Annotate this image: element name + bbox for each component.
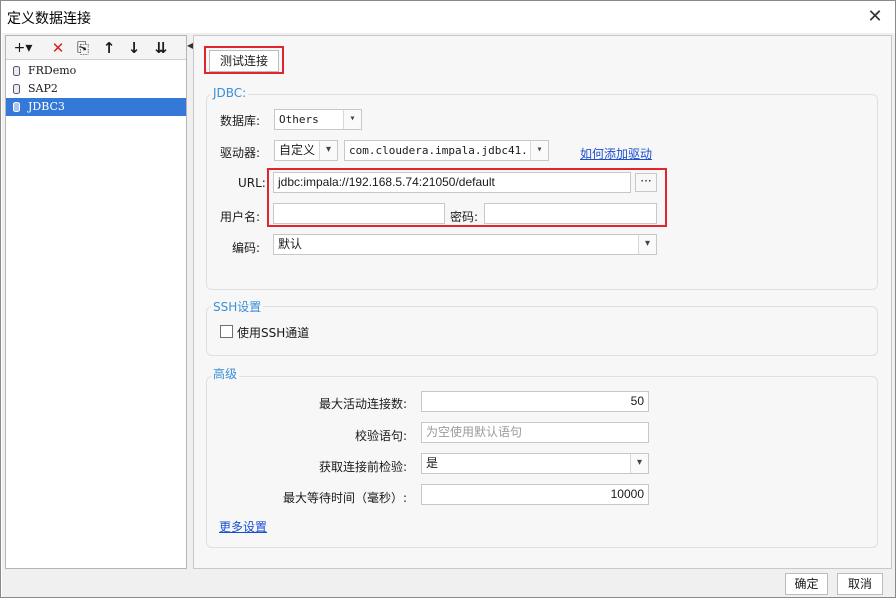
test-before-get-label: 获取连接前检验: [319, 460, 408, 474]
driver-class-value: com.cloudera.impala.jdbc41... [349, 144, 542, 157]
connection-list: FRDemo SAP2 JDBC3 [6, 62, 186, 116]
jdbc-group-label: JDBC: [211, 86, 249, 100]
highlight-box [204, 46, 284, 74]
use-ssh-checkbox[interactable] [220, 325, 233, 338]
connection-list-panel: +▾ ✕ ⎘ ↑ ↓ ⇊ FRDemo SAP2 JDBC3 [5, 35, 187, 569]
close-icon[interactable]: ✕ [863, 5, 887, 29]
driver-class-select[interactable]: com.cloudera.impala.jdbc41... ▾ [344, 140, 549, 161]
database-label: 数据库: [220, 114, 261, 128]
connection-toolbar: +▾ ✕ ⎘ ↑ ↓ ⇊ [6, 36, 186, 60]
validation-query-label: 校验语句: [355, 429, 408, 443]
dialog-window: 定义数据连接 ✕ +▾ ✕ ⎘ ↑ ↓ ⇊ FRDemo SAP2 JDBC3 … [0, 0, 896, 598]
test-before-get-select[interactable]: 是 ▾ [421, 453, 649, 474]
connection-settings-panel: 测试连接 JDBC: 数据库: Others ▾ 驱动器: 自定义 ▾ com.… [193, 35, 892, 569]
database-select-value: Others [279, 113, 319, 126]
title-bar: 定义数据连接 ✕ [1, 1, 895, 33]
connection-name: SAP2 [28, 82, 58, 95]
chevron-down-icon: ▾ [343, 110, 361, 129]
ok-button[interactable]: 确定 [785, 573, 828, 595]
max-wait-input[interactable]: 10000 [421, 484, 649, 505]
add-icon[interactable]: +▾ [10, 38, 36, 58]
max-active-input[interactable]: 50 [421, 391, 649, 412]
advanced-group-label: 高级 [211, 365, 240, 382]
add-driver-link[interactable]: 如何添加驱动 [580, 145, 652, 162]
dialog-body: +▾ ✕ ⎘ ↑ ↓ ⇊ FRDemo SAP2 JDBC3 ◀ 测试连接 JD… [2, 33, 895, 597]
url-label: URL: [238, 176, 266, 190]
validation-query-input[interactable]: 为空使用默认语句 [421, 422, 649, 443]
dialog-title: 定义数据连接 [7, 11, 91, 27]
database-icon [13, 84, 20, 94]
move-down-icon[interactable]: ↓ [123, 38, 145, 58]
move-up-icon[interactable]: ↑ [98, 38, 120, 58]
username-label: 用户名: [220, 210, 261, 224]
connection-name: JDBC3 [28, 100, 65, 113]
test-before-get-value: 是 [426, 456, 439, 470]
database-icon [13, 102, 20, 112]
connection-name: FRDemo [28, 64, 77, 77]
encoding-select[interactable]: 默认 ▾ [273, 234, 657, 255]
cancel-button[interactable]: 取消 [837, 573, 883, 595]
driver-mode-value: 自定义 [279, 143, 316, 157]
encoding-label: 编码: [232, 241, 261, 255]
list-item-selected[interactable]: JDBC3 [6, 98, 186, 116]
highlight-box [267, 168, 667, 227]
more-settings-link[interactable]: 更多设置 [219, 518, 267, 535]
database-select[interactable]: Others ▾ [274, 109, 362, 130]
max-active-label: 最大活动连接数: [319, 397, 408, 411]
chevron-down-icon: ▾ [319, 141, 337, 160]
chevron-down-icon: ▾ [638, 235, 656, 254]
driver-label: 驱动器: [220, 146, 261, 160]
delete-icon[interactable]: ✕ [47, 38, 69, 58]
max-wait-label: 最大等待时间（毫秒）: [283, 491, 408, 505]
panel-splitter[interactable] [188, 35, 192, 569]
driver-mode-select[interactable]: 自定义 ▾ [274, 140, 338, 161]
ssh-group-label: SSH设置 [211, 298, 264, 315]
use-ssh-label: 使用SSH通道 [237, 326, 310, 340]
list-item[interactable]: FRDemo [6, 62, 186, 80]
encoding-value: 默认 [278, 237, 303, 251]
chevron-down-icon: ▾ [630, 454, 648, 473]
sort-icon[interactable]: ⇊ [150, 38, 172, 58]
chevron-down-icon: ▾ [530, 141, 548, 160]
database-icon [13, 66, 20, 76]
list-item[interactable]: SAP2 [6, 80, 186, 98]
copy-icon[interactable]: ⎘ [72, 38, 94, 58]
